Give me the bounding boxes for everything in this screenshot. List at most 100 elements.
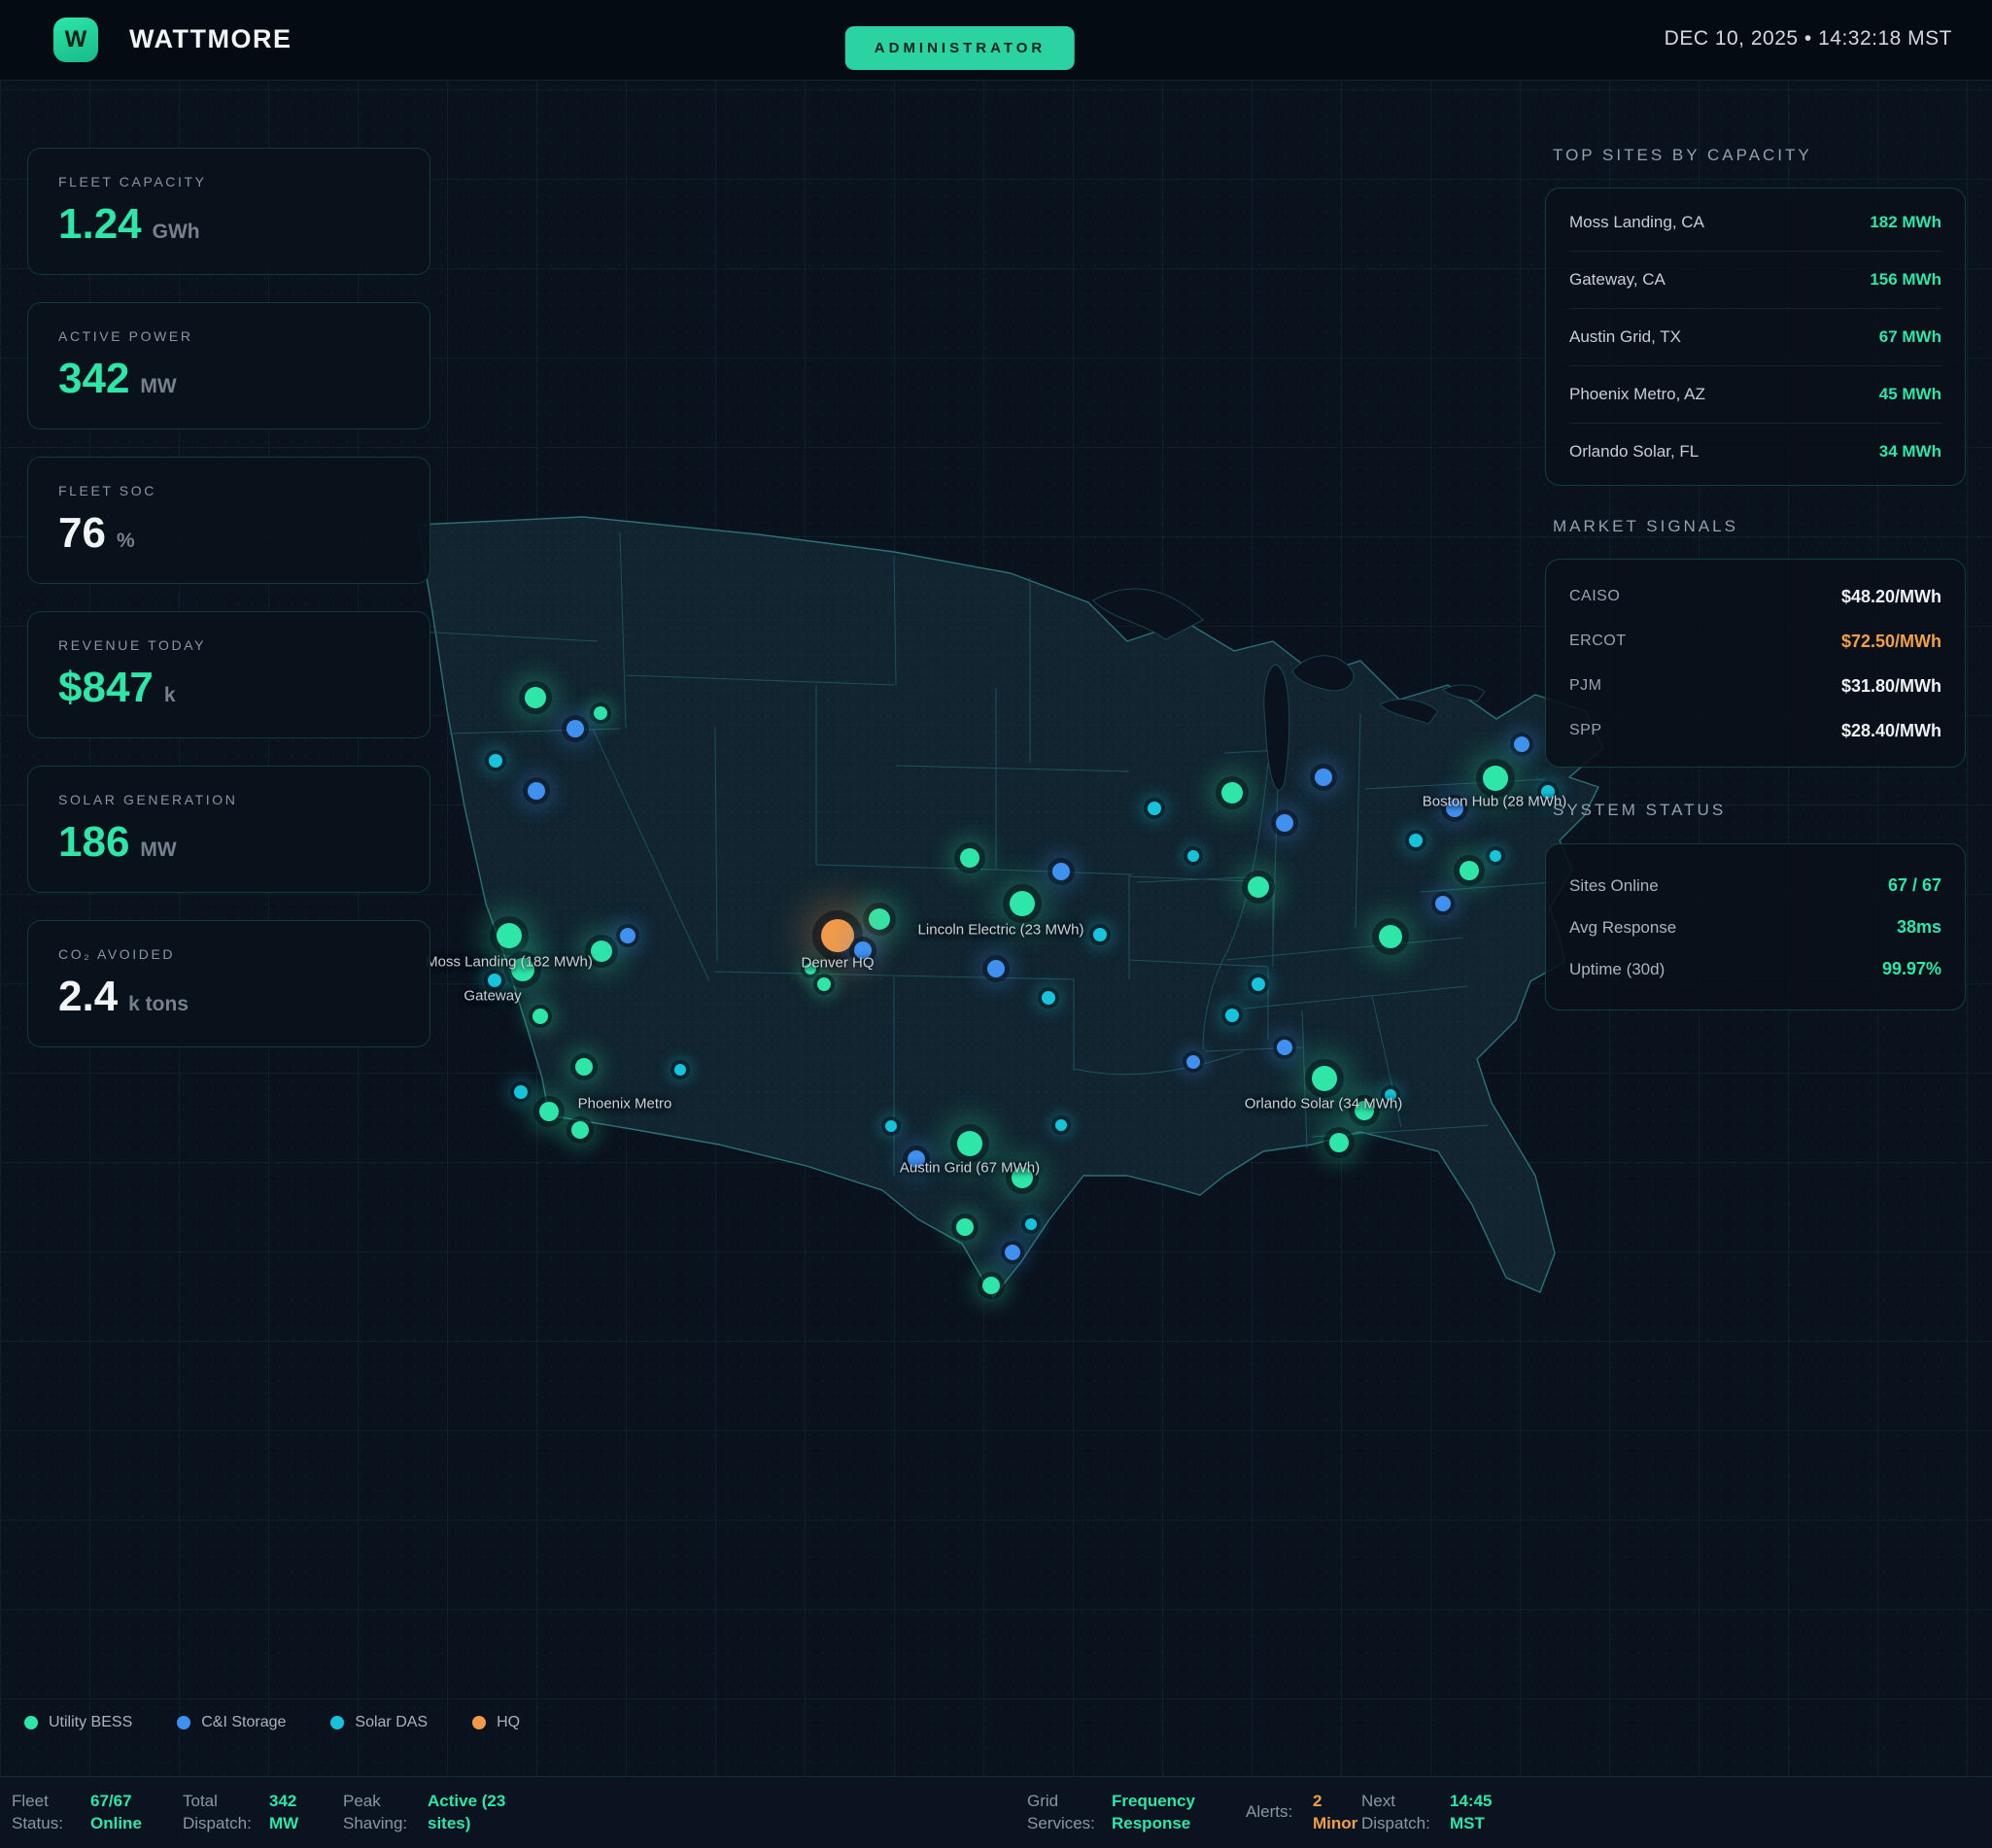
- site-dot-das[interactable]: [674, 1064, 686, 1076]
- site-dot-das[interactable]: [489, 754, 502, 768]
- kpi-unit: GWh: [153, 221, 200, 244]
- site-dot-bess[interactable]: [571, 1121, 589, 1139]
- status-value: 99.97%: [1882, 959, 1941, 979]
- site-dot-bess[interactable]: [1329, 1133, 1349, 1152]
- top-site-row[interactable]: Moss Landing, CA182 MWh: [1569, 194, 1941, 252]
- site-dot-ci[interactable]: [1514, 736, 1529, 752]
- site-dot-bess[interactable]: [1460, 861, 1479, 880]
- market-signals-header: MARKET SIGNALS: [1553, 517, 1971, 536]
- site-dot-das[interactable]: [1093, 928, 1107, 941]
- legend-ci-dot-icon: [177, 1716, 190, 1729]
- map-site-label: Orlando Solar (34 MWh): [1245, 1096, 1403, 1112]
- site-dot-das[interactable]: [488, 974, 501, 987]
- site-dot-bess[interactable]: [982, 1277, 1000, 1294]
- map-site-label: Boston Hub (28 MWh): [1423, 794, 1566, 810]
- site-dot-das[interactable]: [1409, 834, 1423, 847]
- site-dot-das[interactable]: [1055, 1119, 1067, 1131]
- site-dot-bess[interactable]: [1312, 1066, 1337, 1091]
- site-dot-ci[interactable]: [1186, 1055, 1200, 1069]
- status-name: Avg Response: [1569, 918, 1676, 938]
- statusbar-label: Alerts:: [1246, 1802, 1300, 1825]
- top-bar: W WATTMORE ADMINISTRATOR DEC 10, 2025 • …: [0, 0, 1992, 81]
- top-site-row[interactable]: Austin Grid, TX67 MWh: [1569, 309, 1941, 366]
- site-dot-bess[interactable]: [1248, 876, 1269, 898]
- site-dot-bess[interactable]: [1010, 891, 1035, 916]
- site-dot-bess[interactable]: [817, 977, 831, 991]
- top-site-row[interactable]: Orlando Solar, FL34 MWh: [1569, 424, 1941, 480]
- system-status-row: Sites Online67 / 67: [1569, 865, 1941, 907]
- statusbar-value: 2 Minor: [1313, 1791, 1361, 1835]
- legend-hq-dot-icon: [472, 1716, 486, 1729]
- market-price: $72.50/MWh: [1841, 632, 1941, 652]
- statusbar-item-total-dispatch: Total Dispatch:342 MW: [183, 1791, 318, 1835]
- market-signal-row: SPP$28.40/MWh: [1569, 708, 1941, 753]
- site-dot-bess[interactable]: [594, 706, 607, 720]
- site-dot-bess[interactable]: [1379, 925, 1402, 948]
- top-site-row[interactable]: Phoenix Metro, AZ45 MWh: [1569, 366, 1941, 424]
- legend-bess-dot-icon: [24, 1716, 38, 1729]
- kpi-card-fleet-soc: FLEET SOC76%: [27, 457, 430, 584]
- market-name: SPP: [1569, 722, 1602, 739]
- site-dot-bess[interactable]: [532, 1009, 548, 1024]
- site-name: Orlando Solar, FL: [1569, 442, 1699, 462]
- site-dot-das[interactable]: [1252, 977, 1265, 991]
- site-dot-ci[interactable]: [1435, 896, 1451, 911]
- site-dot-ci[interactable]: [528, 782, 545, 800]
- site-dot-bess[interactable]: [591, 941, 612, 962]
- status-value: 38ms: [1897, 917, 1941, 938]
- site-name: Moss Landing, CA: [1569, 213, 1704, 232]
- site-dot-das[interactable]: [885, 1120, 897, 1132]
- system-status-row: Avg Response 38ms: [1569, 907, 1941, 948]
- statusbar-value: 67/67 Online: [90, 1791, 155, 1835]
- kpi-card-fleet-capacity: FLEET CAPACITY 1.24 GWh: [27, 148, 430, 275]
- site-dot-ci[interactable]: [1277, 1040, 1292, 1055]
- site-dot-das[interactable]: [1225, 1009, 1239, 1022]
- kpi-value-row: $847k: [58, 667, 429, 709]
- statusbar-item-alerts: Alerts: 2 Minor: [1246, 1791, 1361, 1835]
- statusbar-label: Fleet Status:: [12, 1791, 78, 1835]
- site-dot-ci[interactable]: [1276, 814, 1293, 832]
- site-dot-bess[interactable]: [575, 1058, 593, 1076]
- site-dot-das[interactable]: [514, 1085, 528, 1099]
- site-dot-bess[interactable]: [539, 1102, 559, 1121]
- site-dot-ci[interactable]: [567, 720, 584, 737]
- legend-item-hq: HQ: [472, 1714, 520, 1731]
- site-dot-das[interactable]: [1490, 850, 1501, 862]
- kpi-unit: MW: [140, 375, 176, 398]
- site-dot-ci[interactable]: [1315, 769, 1332, 786]
- site-dot-bess[interactable]: [869, 908, 890, 930]
- kpi-value: 1.24: [58, 203, 142, 246]
- site-dot-bess[interactable]: [960, 848, 979, 868]
- site-dot-bess[interactable]: [525, 687, 546, 708]
- site-dot-das[interactable]: [1025, 1218, 1037, 1230]
- market-price: $31.80/MWh: [1841, 676, 1941, 697]
- site-dot-bess[interactable]: [1221, 782, 1243, 804]
- kpi-label: REVENUE TODAY: [58, 637, 429, 653]
- statusbar-label: Next Dispatch:: [1361, 1791, 1437, 1835]
- site-dot-bess[interactable]: [956, 1218, 974, 1236]
- site-dot-das[interactable]: [1187, 850, 1199, 862]
- kpi-label: SOLAR GENERATION: [58, 792, 429, 807]
- site-dot-ci[interactable]: [1052, 863, 1070, 880]
- kpi-value: 2.4: [58, 975, 118, 1018]
- statusbar-value: Frequency Response: [1112, 1791, 1209, 1835]
- kpi-value: 186: [58, 821, 129, 864]
- top-site-row[interactable]: Gateway, CA156 MWh: [1569, 252, 1941, 309]
- market-signals-panel: CAISO$48.20/MWhERCOT$72.50/MWhPJM$31.80/…: [1545, 559, 1966, 768]
- site-dot-bess[interactable]: [957, 1131, 982, 1156]
- site-dot-ci[interactable]: [620, 928, 635, 943]
- site-dot-das[interactable]: [1148, 802, 1161, 815]
- market-name: CAISO: [1569, 588, 1620, 605]
- kpi-card-co-avoided: CO₂ AVOIDED2.4k tons: [27, 920, 430, 1047]
- site-dot-das[interactable]: [1042, 991, 1055, 1005]
- map-legend: Utility BESSC&I StorageSolar DASHQ: [24, 1708, 520, 1737]
- site-dot-bess[interactable]: [497, 923, 522, 948]
- map-site-label: Lincoln Electric (23 MWh): [918, 922, 1084, 939]
- kpi-value-row: 76%: [58, 512, 429, 555]
- site-dot-ci[interactable]: [987, 960, 1005, 977]
- kpi-label: FLEET CAPACITY: [58, 174, 429, 189]
- site-dot-hq[interactable]: [821, 919, 854, 952]
- map-site-label: Phoenix Metro: [578, 1096, 672, 1112]
- site-dot-bess[interactable]: [1483, 766, 1508, 791]
- site-dot-ci[interactable]: [1005, 1245, 1020, 1260]
